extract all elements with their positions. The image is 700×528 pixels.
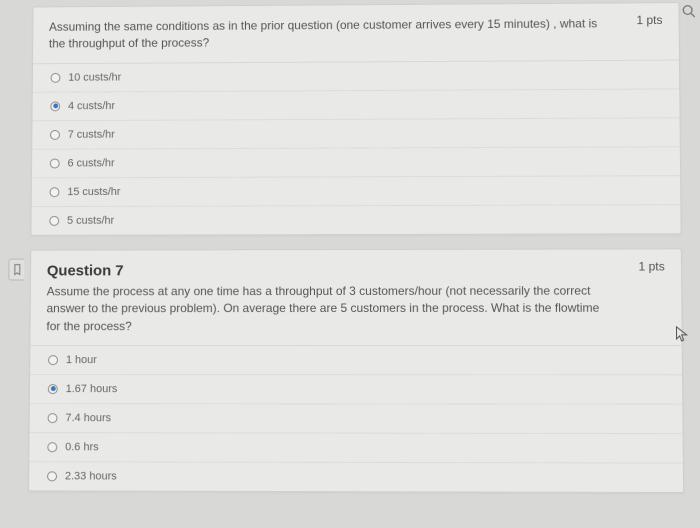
answer-option[interactable]: 2.33 hours [29, 462, 683, 492]
collapse-tab[interactable] [8, 259, 24, 281]
radio-icon[interactable] [50, 101, 60, 111]
question-text: Assume the process at any one time has a… [46, 282, 606, 335]
radio-icon[interactable] [49, 216, 59, 226]
question-title: Question 7 [47, 261, 665, 279]
answer-option[interactable]: 7.4 hours [30, 404, 683, 434]
option-label: 10 custs/hr [68, 71, 121, 83]
radio-icon[interactable] [48, 413, 58, 423]
points-label: 1 pts [636, 13, 662, 27]
answer-option[interactable]: 1 hour [30, 346, 682, 375]
option-label: 5 custs/hr [67, 215, 114, 227]
bookmark-icon [12, 264, 22, 276]
radio-icon[interactable] [50, 130, 60, 140]
answer-option[interactable]: 5 custs/hr [31, 205, 680, 235]
options-list: 1 hour 1.67 hours 7.4 hours 0.6 hrs 2.33 hou… [29, 346, 683, 492]
search-icon[interactable] [681, 4, 695, 18]
radio-icon[interactable] [48, 384, 58, 394]
radio-icon[interactable] [47, 442, 57, 452]
radio-icon[interactable] [50, 158, 60, 168]
option-label: 2.33 hours [65, 470, 117, 482]
question-card-6: 1 pts Assuming the same conditions as in… [30, 2, 681, 236]
options-list: 10 custs/hr 4 custs/hr 7 custs/hr 6 custs/h… [31, 60, 680, 234]
question-card-7: Question 7 1 pts Assume the process at a… [28, 248, 684, 493]
option-label: 1 hour [66, 354, 97, 366]
option-label: 7.4 hours [65, 412, 111, 424]
radio-icon[interactable] [50, 187, 60, 197]
answer-option[interactable]: 10 custs/hr [33, 60, 679, 92]
option-label: 15 custs/hr [67, 186, 120, 198]
answer-option[interactable]: 0.6 hrs [29, 433, 683, 463]
answer-option[interactable]: 4 custs/hr [32, 89, 679, 121]
answer-option[interactable]: 15 custs/hr [32, 176, 681, 207]
option-label: 6 custs/hr [68, 157, 115, 169]
radio-icon[interactable] [47, 471, 57, 481]
question-text: Assuming the same conditions as in the p… [49, 15, 605, 53]
option-label: 1.67 hours [66, 383, 118, 395]
answer-option[interactable]: 7 custs/hr [32, 118, 680, 150]
option-label: 4 custs/hr [68, 100, 115, 112]
answer-option[interactable]: 6 custs/hr [32, 147, 680, 178]
option-label: 0.6 hrs [65, 441, 99, 453]
radio-icon[interactable] [48, 355, 58, 365]
answer-option[interactable]: 1.67 hours [30, 375, 682, 405]
radio-icon[interactable] [51, 73, 61, 83]
option-label: 7 custs/hr [68, 129, 115, 141]
points-label: 1 pts [638, 259, 664, 273]
